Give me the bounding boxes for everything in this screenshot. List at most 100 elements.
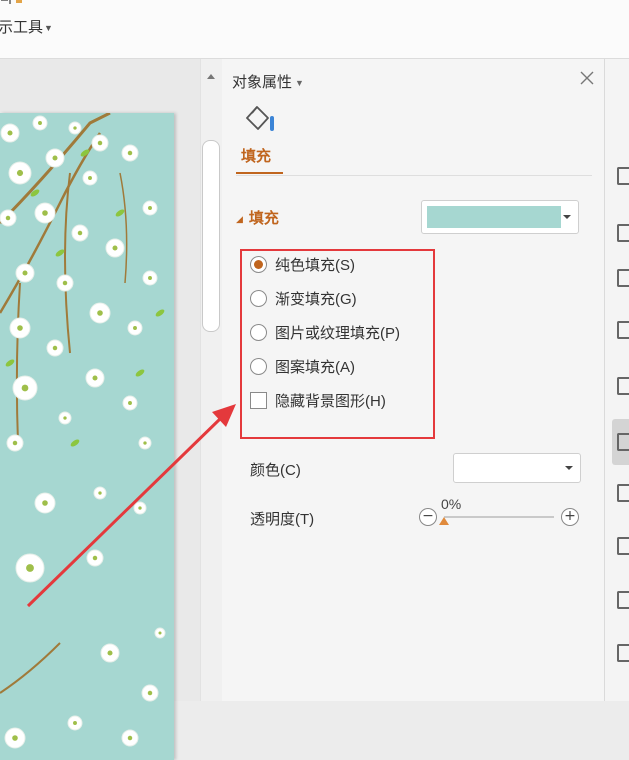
- scroll-up-arrow-icon[interactable]: [207, 74, 215, 79]
- blossom-center: [38, 121, 42, 125]
- minus-icon[interactable]: −: [419, 508, 437, 526]
- blossom-center: [97, 140, 103, 146]
- pattern-fill-option[interactable]: 图案填充(A): [250, 355, 355, 377]
- sidebar-tool-icon[interactable]: [617, 644, 629, 662]
- panel-title-menu[interactable]: 对象属性 ▼: [232, 71, 304, 92]
- fill-bucket-icon[interactable]: [243, 104, 277, 134]
- blossom-center: [12, 735, 18, 741]
- sidebar-tool-icon[interactable]: [617, 269, 629, 287]
- leaf: [115, 209, 125, 217]
- sidebar-tool-icon[interactable]: [617, 433, 629, 451]
- blossom-center: [77, 230, 83, 236]
- blossom-center: [148, 206, 152, 210]
- radio-button[interactable]: [250, 255, 267, 273]
- checkbox[interactable]: [250, 391, 267, 409]
- radio-button[interactable]: [250, 357, 267, 375]
- blossom-center: [22, 270, 28, 276]
- blossom-center: [63, 416, 67, 420]
- sidebar-tool-icon[interactable]: [617, 224, 629, 242]
- transparency-label: 透明度(T): [250, 511, 315, 528]
- blossom-center: [97, 310, 103, 316]
- transparency-value: 0%: [441, 496, 462, 512]
- object-properties-panel: 对象属性 ▼ 填充 ◢ 填充 纯色填充(S) 渐变填充(G) 图片或纹理填充(P) …: [222, 59, 604, 701]
- blossom-center: [148, 276, 152, 280]
- blossom-center: [92, 555, 98, 561]
- ribbon: 示工具▼: [0, 0, 629, 59]
- sidebar-tool-icon[interactable]: [617, 537, 629, 555]
- blossom-center: [112, 245, 118, 251]
- right-sidebar: [604, 59, 629, 701]
- blossom-center: [92, 375, 98, 381]
- vertical-scrollbar[interactable]: [200, 59, 223, 701]
- collapse-triangle-icon: ◢: [236, 213, 243, 224]
- transparency-slider-track[interactable]: [444, 516, 554, 518]
- leaf: [70, 439, 80, 447]
- blossom-center: [17, 325, 23, 331]
- blossom-center: [158, 631, 162, 635]
- caret-down-icon: ▼: [295, 78, 304, 89]
- leaf: [135, 369, 145, 377]
- blossom-center: [147, 690, 153, 696]
- gradient-fill-option[interactable]: 渐变填充(G): [250, 287, 357, 309]
- leaf: [155, 309, 165, 317]
- close-icon[interactable]: [578, 69, 596, 87]
- blossom-center: [138, 506, 142, 510]
- blossom-artwork: [0, 113, 166, 749]
- blossom-center: [16, 169, 24, 177]
- caret-down-icon: [563, 215, 571, 219]
- blossom-center: [73, 126, 77, 130]
- divider: [236, 175, 592, 176]
- blossom-center: [88, 176, 92, 180]
- fill-section-header[interactable]: ◢ 填充: [236, 207, 279, 228]
- blossom-center: [62, 280, 68, 286]
- blossom-center: [73, 721, 77, 725]
- sidebar-tool-icon[interactable]: [617, 377, 629, 395]
- fill-color-swatch: [427, 206, 561, 228]
- option-label: 隐藏背景图形(H): [275, 392, 386, 410]
- blossom-center: [107, 650, 113, 656]
- blossom-center: [128, 401, 132, 405]
- blossom-center: [42, 210, 48, 216]
- leaf: [5, 359, 15, 367]
- option-label: 图案填充(A): [275, 358, 355, 376]
- ribbon-top-icon: [1, 0, 22, 4]
- option-label: 图片或纹理填充(P): [275, 324, 400, 342]
- blossom-center: [52, 345, 58, 351]
- sidebar-tool-icon[interactable]: [617, 321, 629, 339]
- blossom-center: [5, 215, 11, 221]
- scrollbar-thumb[interactable]: [202, 140, 220, 332]
- blossom-center: [21, 384, 29, 392]
- ribbon-tool-menu[interactable]: 示工具▼: [0, 16, 53, 37]
- blossom-center: [7, 130, 13, 136]
- fill-color-dropdown[interactable]: [421, 200, 579, 234]
- color-dropdown[interactable]: [453, 453, 581, 483]
- sidebar-tool-icon[interactable]: [617, 167, 629, 185]
- blossom-center: [98, 491, 102, 495]
- blossom-center: [52, 155, 58, 161]
- option-label: 纯色填充(S): [275, 256, 355, 274]
- panel-title: 对象属性: [232, 74, 293, 91]
- slide-thumbnail[interactable]: [0, 113, 174, 760]
- blossom-center: [12, 440, 18, 446]
- tab-fill[interactable]: 填充: [241, 145, 271, 166]
- sidebar-tool-icon[interactable]: [617, 591, 629, 609]
- blossom-center: [127, 735, 133, 741]
- transparency-slider-thumb[interactable]: [439, 517, 449, 525]
- solid-fill-option[interactable]: 纯色填充(S): [250, 253, 355, 275]
- color-label: 颜色(C): [250, 462, 301, 479]
- blossom-center: [127, 150, 133, 156]
- picture-texture-fill-option[interactable]: 图片或纹理填充(P): [250, 321, 400, 343]
- option-label: 渐变填充(G): [275, 290, 357, 308]
- blossom-center: [26, 564, 34, 572]
- radio-button[interactable]: [250, 289, 267, 307]
- caret-down-icon: ▼: [44, 23, 53, 34]
- caret-down-icon: [565, 466, 573, 470]
- radio-button[interactable]: [250, 323, 267, 341]
- blossom-center: [133, 326, 137, 330]
- plus-icon[interactable]: +: [561, 508, 579, 526]
- blossom-center: [143, 441, 147, 445]
- hide-background-graphics-option[interactable]: 隐藏背景图形(H): [250, 389, 386, 411]
- sidebar-tool-icon[interactable]: [617, 484, 629, 502]
- slide-canvas-area: [0, 59, 200, 760]
- blossom-center: [42, 500, 48, 506]
